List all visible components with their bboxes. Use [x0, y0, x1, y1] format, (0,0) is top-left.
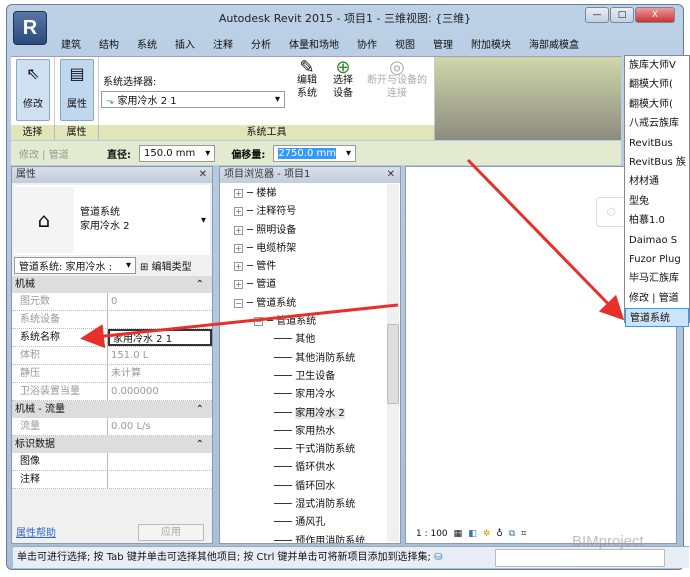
- arrow-to-system-name: [80, 303, 399, 349]
- arrow-to-menu: [466, 158, 625, 321]
- annotation-arrows: [80, 158, 625, 349]
